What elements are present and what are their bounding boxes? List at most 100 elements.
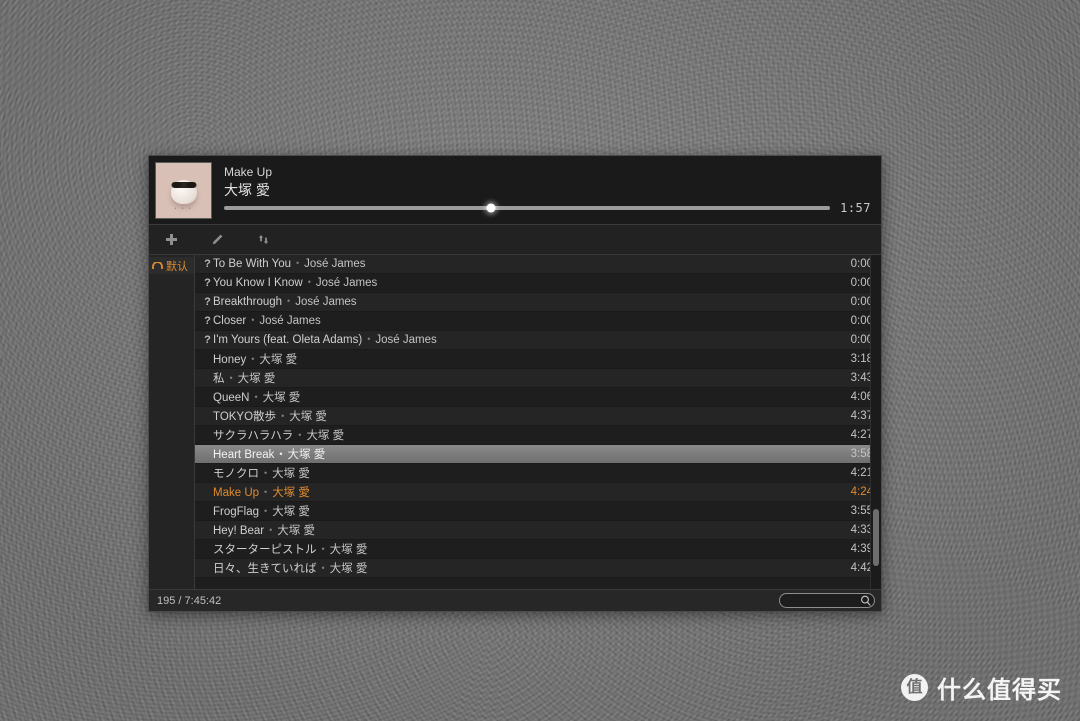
now-playing-title: Make Up [224,165,273,179]
seek-slider[interactable] [224,203,830,213]
track-duration: 4:06 [850,391,873,403]
track-title: Closer [213,315,247,327]
track-title: I'm Yours (feat. Oleta Adams) [213,334,363,346]
search-icon[interactable] [860,595,871,606]
headphones-icon [152,261,163,270]
missing-file-icon: ? [204,277,211,289]
track-duration: 4:33 [850,524,873,536]
track-duration: 0:00 [850,277,873,289]
edit-playlist-button[interactable] [205,229,229,251]
track-main: サクラハラハラ • 大塚 愛 [213,427,841,443]
track-main: To Be With You • José James [213,258,841,270]
track-duration: 4:21 [850,467,873,479]
track-separator-icon: • [229,373,233,383]
track-title: Make Up [213,487,260,499]
track-title: モノクロ [213,468,259,480]
track-artist: 大塚 愛 [272,468,310,480]
track-title: 私 [213,373,225,385]
track-duration: 0:00 [850,296,873,308]
track-main: I'm Yours (feat. Oleta Adams) • José James [213,334,841,346]
now-playing-header: • • • Make Up 大塚 愛 1:57 [149,156,881,225]
album-art[interactable]: • • • [155,162,212,219]
status-summary: 195 / 7:45:42 [157,594,222,607]
track-row[interactable]: ? To Be With You • José James 0:00 [195,255,881,274]
track-title: スターターピストル [213,544,317,556]
track-duration: 0:00 [850,258,873,270]
add-playlist-button[interactable] [159,229,183,251]
track-row[interactable]: Heart Break • 大塚 愛 3:58 [195,445,881,464]
track-artist: 大塚 愛 [287,449,326,461]
track-duration: 3:55 [850,505,873,517]
track-title: QueeN [213,392,250,404]
track-row[interactable]: FrogFlag • 大塚 愛 3:55 [195,502,881,521]
track-separator-icon: • [298,430,302,440]
track-main: 私 • 大塚 愛 [213,370,841,386]
track-separator-icon: • [264,487,268,497]
track-separator-icon: • [321,563,325,573]
track-list-area: ? To Be With You • José James 0:00? You Know … [195,255,881,589]
track-artist: José James [304,258,366,270]
track-main: Breakthrough • José James [213,296,841,308]
track-row[interactable]: サクラハラハラ • 大塚 愛 4:27 [195,426,881,445]
track-list-scrollbar[interactable] [870,255,881,589]
search-box[interactable] [779,593,875,608]
track-main: QueeN • 大塚 愛 [213,389,841,405]
scrollbar-thumb[interactable] [873,508,879,566]
elapsed-time: 1:57 [840,201,871,215]
track-title: 日々、生きていれば [213,563,317,575]
track-artist: 大塚 愛 [259,354,298,366]
track-artist: 大塚 愛 [272,487,310,499]
track-main: モノクロ • 大塚 愛 [213,465,841,481]
missing-file-icon: ? [204,315,211,327]
track-row[interactable]: ? You Know I Know • José James 0:00 [195,274,881,293]
track-main: Honey • 大塚 愛 [213,351,841,367]
track-separator-icon: • [287,296,291,306]
track-title: Heart Break [213,449,275,461]
track-main: FrogFlag • 大塚 愛 [213,503,841,519]
watermark: 值 什么值得买 [901,670,1062,705]
track-row[interactable]: Hey! Bear • 大塚 愛 4:33 [195,521,881,540]
window-body: 默认 ? To Be With You • José James 0:00? You Kn… [149,255,881,589]
track-row[interactable]: 日々、生きていれば • 大塚 愛 4:42 [195,559,881,578]
track-artist: 大塚 愛 [329,563,368,575]
track-separator-icon: • [367,334,371,344]
track-artist: 大塚 愛 [277,525,315,537]
track-separator-icon: • [281,411,285,421]
track-row[interactable]: スターターピストル • 大塚 愛 4:39 [195,540,881,559]
track-row[interactable]: Make Up • 大塚 愛 4:24 [195,483,881,502]
track-duration: 0:00 [850,334,873,346]
track-row[interactable]: ? I'm Yours (feat. Oleta Adams) • José Jame… [195,331,881,350]
track-duration: 4:27 [850,429,873,441]
search-input[interactable] [788,595,860,606]
track-duration: 4:37 [850,410,873,422]
track-list[interactable]: ? To Be With You • José James 0:00? You Know … [195,255,881,589]
sunglasses-icon [171,182,196,188]
track-row[interactable]: モノクロ • 大塚 愛 4:21 [195,464,881,483]
missing-file-icon: ? [204,258,211,270]
playlist-sidebar: 默认 [149,255,195,589]
track-separator-icon: • [254,392,258,402]
track-row[interactable]: QueeN • 大塚 愛 4:06 [195,388,881,407]
track-duration: 0:00 [850,315,873,327]
track-main: TOKYO散歩 • 大塚 愛 [213,408,841,424]
track-artist: 大塚 愛 [272,506,310,518]
track-duration: 4:42 [850,562,873,574]
track-row[interactable]: ? Breakthrough • José James 0:00 [195,293,881,312]
track-separator-icon: • [264,468,268,478]
sidebar-item-default-playlist[interactable]: 默认 [149,257,194,274]
track-main: Hey! Bear • 大塚 愛 [213,522,841,538]
track-main: Make Up • 大塚 愛 [213,484,841,500]
track-title: You Know I Know [213,277,303,289]
track-row[interactable]: TOKYO散歩 • 大塚 愛 4:37 [195,407,881,426]
track-separator-icon: • [251,315,255,325]
track-row[interactable]: 私 • 大塚 愛 3:43 [195,369,881,388]
missing-file-icon: ? [204,334,211,346]
track-title: Breakthrough [213,296,283,308]
track-artist: 大塚 愛 [306,430,345,442]
seek-handle[interactable] [486,203,496,213]
sort-playlist-button[interactable] [251,229,275,251]
track-row[interactable]: ? Closer • José James 0:00 [195,312,881,331]
track-separator-icon: • [321,544,325,554]
track-row[interactable]: Honey • 大塚 愛 3:18 [195,350,881,369]
track-duration: 4:39 [850,543,873,555]
